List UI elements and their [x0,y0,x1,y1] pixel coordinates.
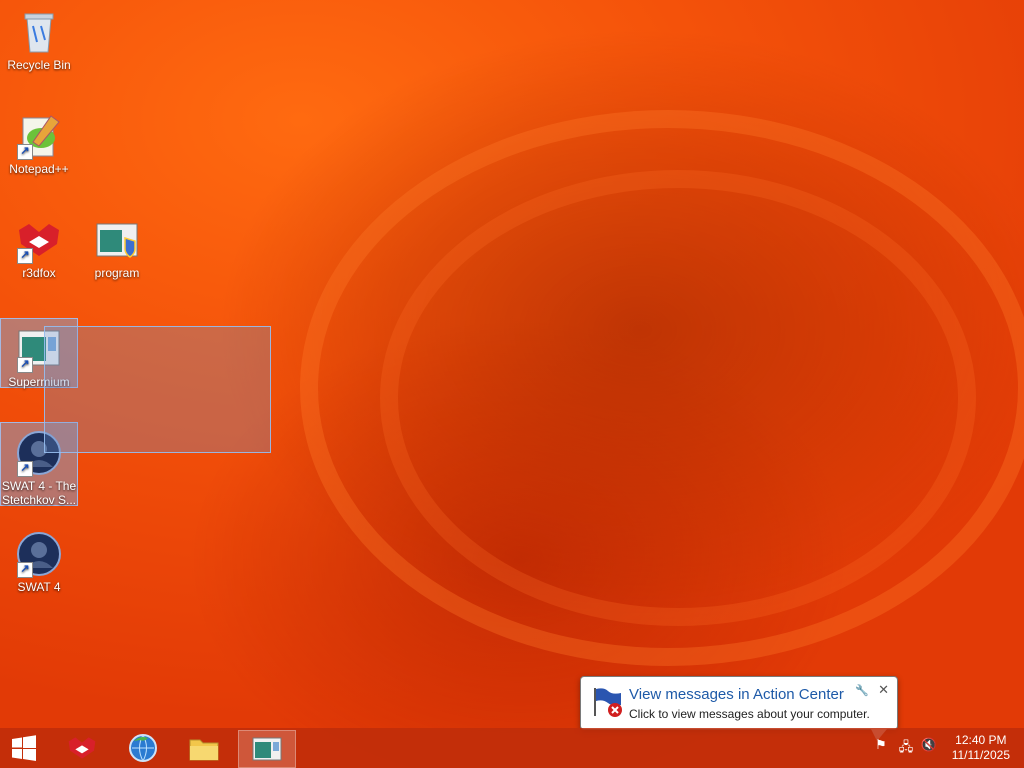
desktop-icon-notepad-plus-plus[interactable]: ↗ Notepad++ [1,106,77,178]
windows-start-icon [12,735,36,761]
recycle-bin-icon [15,8,63,56]
r3dfox-icon: ↗ [15,216,63,264]
close-button[interactable]: ✕ [878,683,889,698]
shortcut-arrow-icon: ↗ [17,562,33,578]
shortcut-arrow-icon: ↗ [17,144,33,160]
desktop-icon-label: r3dfox [22,266,56,280]
program-icon [93,216,141,264]
action-center-flag-icon [591,686,623,718]
notification-title: View messages in Action Center [629,686,844,703]
desktop-icon-label: Recycle Bin [7,58,71,72]
taskbar-program[interactable] [238,730,296,768]
taskbar-r3dfox[interactable] [54,730,110,766]
notification-text: Click to view messages about your comput… [629,707,870,721]
swat4-icon: ↗ [15,530,63,578]
desktop-icon-label: SWAT 4 [17,580,61,594]
network-icon[interactable]: 🖧 [897,738,915,756]
desktop-icon-label: SWAT 4 - The Stetchkov S... [1,479,77,507]
folder-icon [189,739,219,761]
shortcut-arrow-icon: ↗ [17,248,33,264]
taskbar-browser[interactable] [115,730,171,766]
desktop-icon-r3dfox[interactable]: ↗ r3dfox [1,210,77,282]
shortcut-arrow-icon: ↗ [17,357,33,373]
shortcut-arrow-icon: ↗ [17,461,33,477]
action-center-flag-icon[interactable]: ⚑ [872,738,890,756]
selection-marquee [44,326,271,453]
desktop-icon-program[interactable]: program [79,210,155,282]
desktop-icon-recycle-bin[interactable]: Recycle Bin [1,2,77,74]
volume-muted-icon[interactable]: 🔇 [920,738,938,756]
globe-browser-icon [129,734,157,762]
wallpaper-swirl [380,170,976,626]
taskbar-file-explorer[interactable] [176,730,232,766]
clock-time: 12:40 PM [955,733,1007,747]
clock-date: 11/11/2025 [951,748,1010,762]
notepad-plus-plus-icon: ↗ [15,112,63,160]
start-button[interactable] [0,730,48,766]
settings-wrench-icon[interactable]: 🔧 [855,684,869,697]
system-clock[interactable]: 12:40 PM 11/11/2025 [952,733,1010,763]
desktop-icon-swat4[interactable]: ↗ SWAT 4 [1,524,77,596]
action-center-notification[interactable]: View messages in Action Center Click to … [580,676,898,741]
desktop-icon-label: Notepad++ [9,162,69,176]
program-window-icon [252,737,282,761]
desktop-icon-label: program [94,266,140,280]
taskbar: ⚑ 🖧 🔇 12:40 PM 11/11/2025 [0,728,1024,768]
r3dfox-icon [68,737,96,759]
